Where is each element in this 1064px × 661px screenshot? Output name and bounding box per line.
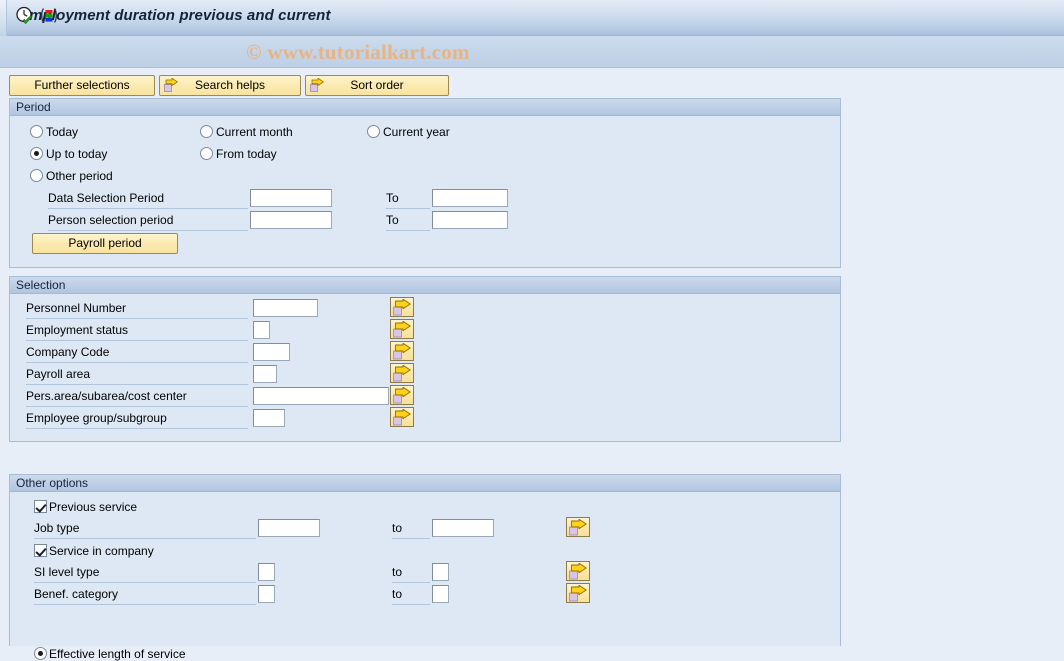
person-selection-period-from-input[interactable] <box>250 211 332 229</box>
benef-category-multi-select-button[interactable] <box>566 583 590 603</box>
data-selection-period-to-input[interactable] <box>432 189 508 207</box>
further-selections-button[interactable]: Further selections <box>9 75 155 96</box>
pers-area-subarea-cost-center-multi-select-button[interactable] <box>390 385 414 405</box>
person-selection-period-label: Person selection period <box>48 213 248 231</box>
si-level-type-label: SI level type <box>34 565 256 583</box>
radio-current-year[interactable] <box>367 125 380 138</box>
person-selection-period-to-label: To <box>386 213 430 231</box>
personnel-number-label: Personnel Number <box>26 301 248 319</box>
si-level-type-to-label: to <box>392 565 430 583</box>
checkbox-previous-service-label[interactable]: Previous service <box>49 501 137 514</box>
sort-order-label: Sort order <box>350 78 404 92</box>
benef-category-label: Benef. category <box>34 587 256 605</box>
job-type-label: Job type <box>34 521 256 539</box>
other-options-panel: Other options Previous service Job type … <box>9 474 841 661</box>
period-panel: Period Today Current month Current year … <box>9 98 841 268</box>
checkbox-service-in-company-label[interactable]: Service in company <box>49 545 154 558</box>
radio-effective-length-of-service-label[interactable]: Effective length of service <box>49 648 186 661</box>
payroll-period-label: Payroll period <box>68 236 142 250</box>
radio-from-today[interactable] <box>200 147 213 160</box>
personnel-number-multi-select-button[interactable] <box>390 297 414 317</box>
selection-panel-body: Personnel Number Employment status Compa… <box>10 294 840 441</box>
radio-effective-length-of-service[interactable] <box>34 647 47 660</box>
si-level-type-multi-select-button[interactable] <box>566 561 590 581</box>
si-level-type-from-input[interactable] <box>258 563 275 581</box>
company-code-label: Company Code <box>26 345 248 363</box>
si-level-type-to-input[interactable] <box>432 563 449 581</box>
radio-current-month-label[interactable]: Current month <box>216 126 293 139</box>
selection-panel: Selection Personnel Number Employment st… <box>9 276 841 442</box>
variant-icon[interactable] <box>38 5 60 27</box>
action-button-row: Further selections Search helps Sort ord… <box>0 69 1064 97</box>
arrow-right-icon <box>310 77 325 93</box>
company-code-input[interactable] <box>253 343 290 361</box>
period-panel-title: Period <box>10 99 840 116</box>
period-panel-body: Today Current month Current year Up to t… <box>10 116 840 267</box>
radio-other-period-label[interactable]: Other period <box>46 170 113 183</box>
job-type-to-label: to <box>392 521 430 539</box>
further-selections-label: Further selections <box>34 78 130 92</box>
checkbox-service-in-company[interactable] <box>34 544 47 557</box>
payroll-area-label: Payroll area <box>26 367 248 385</box>
radio-from-today-label[interactable]: From today <box>216 148 277 161</box>
payroll-area-input[interactable] <box>253 365 277 383</box>
checkbox-previous-service[interactable] <box>34 500 47 513</box>
sort-order-button[interactable]: Sort order <box>305 75 449 96</box>
employee-group-subgroup-label: Employee group/subgroup <box>26 411 248 429</box>
radio-other-period[interactable] <box>30 169 43 182</box>
radio-current-month[interactable] <box>200 125 213 138</box>
employment-status-multi-select-button[interactable] <box>390 319 414 339</box>
other-options-panel-title: Other options <box>10 475 840 492</box>
radio-up-to-today[interactable] <box>30 147 43 160</box>
arrow-right-icon <box>164 77 179 93</box>
selection-panel-title: Selection <box>10 277 840 294</box>
radio-today[interactable] <box>30 125 43 138</box>
radio-up-to-today-label[interactable]: Up to today <box>46 148 107 161</box>
employment-status-input[interactable] <box>253 321 270 339</box>
window-left-edge <box>0 0 7 36</box>
job-type-multi-select-button[interactable] <box>566 517 590 537</box>
company-code-multi-select-button[interactable] <box>390 341 414 361</box>
personnel-number-input[interactable] <box>253 299 318 317</box>
radio-today-label[interactable]: Today <box>46 126 78 139</box>
benef-category-to-label: to <box>392 587 430 605</box>
title-bar: Employment duration previous and current <box>0 0 1064 36</box>
payroll-period-button[interactable]: Payroll period <box>32 233 178 254</box>
search-helps-label: Search helps <box>194 78 266 92</box>
employment-status-label: Employment status <box>26 323 248 341</box>
other-options-panel-body: Previous service Job type to Service in … <box>10 492 840 661</box>
employee-group-subgroup-multi-select-button[interactable] <box>390 407 414 427</box>
employee-group-subgroup-input[interactable] <box>253 409 285 427</box>
benef-category-from-input[interactable] <box>258 585 275 603</box>
execute-clock-icon[interactable] <box>14 5 36 27</box>
sap-window: Employment duration previous and current… <box>0 0 1064 661</box>
data-selection-period-label: Data Selection Period <box>48 191 248 209</box>
watermark: © www.tutorialkart.com <box>246 40 470 64</box>
pers-area-subarea-cost-center-label: Pers.area/subarea/cost center <box>26 389 248 407</box>
page-title: Employment duration previous and current <box>19 7 331 24</box>
radio-current-year-label[interactable]: Current year <box>383 126 450 139</box>
person-selection-period-to-input[interactable] <box>432 211 508 229</box>
benef-category-to-input[interactable] <box>432 585 449 603</box>
data-selection-period-from-input[interactable] <box>250 189 332 207</box>
data-selection-period-to-label: To <box>386 191 430 209</box>
job-type-from-input[interactable] <box>258 519 320 537</box>
pers-area-subarea-cost-center-input[interactable] <box>253 387 389 405</box>
toolbar <box>0 36 1064 68</box>
search-helps-button[interactable]: Search helps <box>159 75 301 96</box>
job-type-to-input[interactable] <box>432 519 494 537</box>
payroll-area-multi-select-button[interactable] <box>390 363 414 383</box>
